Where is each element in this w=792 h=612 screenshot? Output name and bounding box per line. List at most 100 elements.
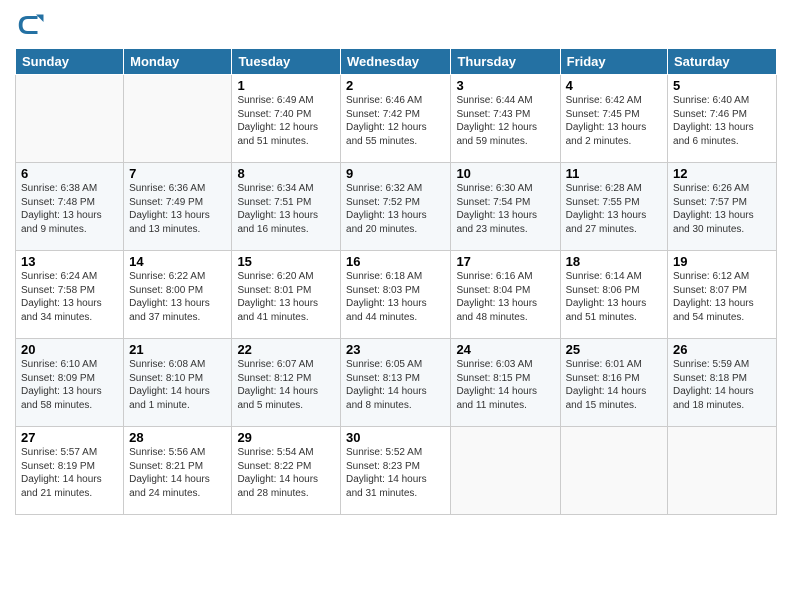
day-number: 16 [346,254,445,269]
day-info: Sunrise: 6:18 AM Sunset: 8:03 PM Dayligh… [346,270,445,324]
calendar-cell: 30Sunrise: 5:52 AM Sunset: 8:23 PM Dayli… [341,427,451,515]
calendar-cell: 21Sunrise: 6:08 AM Sunset: 8:10 PM Dayli… [124,339,232,427]
calendar-cell [16,75,124,163]
day-number: 29 [237,430,335,445]
calendar-header-row: SundayMondayTuesdayWednesdayThursdayFrid… [16,49,777,75]
calendar-cell: 7Sunrise: 6:36 AM Sunset: 7:49 PM Daylig… [124,163,232,251]
header [15,10,777,40]
calendar-header-thursday: Thursday [451,49,560,75]
day-info: Sunrise: 6:32 AM Sunset: 7:52 PM Dayligh… [346,182,445,236]
calendar-cell: 13Sunrise: 6:24 AM Sunset: 7:58 PM Dayli… [16,251,124,339]
calendar-cell: 16Sunrise: 6:18 AM Sunset: 8:03 PM Dayli… [341,251,451,339]
calendar-week-2: 6Sunrise: 6:38 AM Sunset: 7:48 PM Daylig… [16,163,777,251]
day-info: Sunrise: 6:42 AM Sunset: 7:45 PM Dayligh… [566,94,662,148]
day-number: 30 [346,430,445,445]
day-info: Sunrise: 6:03 AM Sunset: 8:15 PM Dayligh… [456,358,554,412]
calendar-cell: 12Sunrise: 6:26 AM Sunset: 7:57 PM Dayli… [668,163,777,251]
calendar-cell: 18Sunrise: 6:14 AM Sunset: 8:06 PM Dayli… [560,251,667,339]
day-info: Sunrise: 6:12 AM Sunset: 8:07 PM Dayligh… [673,270,771,324]
day-info: Sunrise: 6:46 AM Sunset: 7:42 PM Dayligh… [346,94,445,148]
day-number: 4 [566,78,662,93]
calendar-cell: 27Sunrise: 5:57 AM Sunset: 8:19 PM Dayli… [16,427,124,515]
day-info: Sunrise: 6:10 AM Sunset: 8:09 PM Dayligh… [21,358,118,412]
day-number: 23 [346,342,445,357]
calendar-cell: 4Sunrise: 6:42 AM Sunset: 7:45 PM Daylig… [560,75,667,163]
day-info: Sunrise: 5:57 AM Sunset: 8:19 PM Dayligh… [21,446,118,500]
day-number: 28 [129,430,226,445]
calendar-table: SundayMondayTuesdayWednesdayThursdayFrid… [15,48,777,515]
day-info: Sunrise: 5:52 AM Sunset: 8:23 PM Dayligh… [346,446,445,500]
day-number: 9 [346,166,445,181]
calendar-cell: 9Sunrise: 6:32 AM Sunset: 7:52 PM Daylig… [341,163,451,251]
calendar-cell: 23Sunrise: 6:05 AM Sunset: 8:13 PM Dayli… [341,339,451,427]
day-number: 3 [456,78,554,93]
calendar-cell [451,427,560,515]
day-number: 20 [21,342,118,357]
day-info: Sunrise: 6:08 AM Sunset: 8:10 PM Dayligh… [129,358,226,412]
day-number: 18 [566,254,662,269]
day-number: 21 [129,342,226,357]
day-number: 5 [673,78,771,93]
calendar-cell: 26Sunrise: 5:59 AM Sunset: 8:18 PM Dayli… [668,339,777,427]
calendar-cell [124,75,232,163]
calendar-container: SundayMondayTuesdayWednesdayThursdayFrid… [0,0,792,612]
calendar-cell: 17Sunrise: 6:16 AM Sunset: 8:04 PM Dayli… [451,251,560,339]
day-number: 14 [129,254,226,269]
calendar-week-4: 20Sunrise: 6:10 AM Sunset: 8:09 PM Dayli… [16,339,777,427]
calendar-cell [560,427,667,515]
calendar-cell: 3Sunrise: 6:44 AM Sunset: 7:43 PM Daylig… [451,75,560,163]
day-info: Sunrise: 6:28 AM Sunset: 7:55 PM Dayligh… [566,182,662,236]
day-info: Sunrise: 6:38 AM Sunset: 7:48 PM Dayligh… [21,182,118,236]
day-info: Sunrise: 5:56 AM Sunset: 8:21 PM Dayligh… [129,446,226,500]
calendar-header-friday: Friday [560,49,667,75]
calendar-header-monday: Monday [124,49,232,75]
day-number: 11 [566,166,662,181]
calendar-cell: 14Sunrise: 6:22 AM Sunset: 8:00 PM Dayli… [124,251,232,339]
calendar-cell: 8Sunrise: 6:34 AM Sunset: 7:51 PM Daylig… [232,163,341,251]
calendar-cell: 22Sunrise: 6:07 AM Sunset: 8:12 PM Dayli… [232,339,341,427]
day-info: Sunrise: 6:26 AM Sunset: 7:57 PM Dayligh… [673,182,771,236]
day-number: 10 [456,166,554,181]
day-info: Sunrise: 5:59 AM Sunset: 8:18 PM Dayligh… [673,358,771,412]
day-info: Sunrise: 6:05 AM Sunset: 8:13 PM Dayligh… [346,358,445,412]
day-info: Sunrise: 5:54 AM Sunset: 8:22 PM Dayligh… [237,446,335,500]
calendar-cell: 6Sunrise: 6:38 AM Sunset: 7:48 PM Daylig… [16,163,124,251]
calendar-cell: 2Sunrise: 6:46 AM Sunset: 7:42 PM Daylig… [341,75,451,163]
day-number: 2 [346,78,445,93]
day-number: 26 [673,342,771,357]
calendar-cell: 20Sunrise: 6:10 AM Sunset: 8:09 PM Dayli… [16,339,124,427]
calendar-week-1: 1Sunrise: 6:49 AM Sunset: 7:40 PM Daylig… [16,75,777,163]
calendar-header-wednesday: Wednesday [341,49,451,75]
day-number: 7 [129,166,226,181]
day-number: 15 [237,254,335,269]
calendar-week-3: 13Sunrise: 6:24 AM Sunset: 7:58 PM Dayli… [16,251,777,339]
logo-icon [15,10,45,40]
calendar-header-saturday: Saturday [668,49,777,75]
day-number: 22 [237,342,335,357]
calendar-cell: 5Sunrise: 6:40 AM Sunset: 7:46 PM Daylig… [668,75,777,163]
calendar-week-5: 27Sunrise: 5:57 AM Sunset: 8:19 PM Dayli… [16,427,777,515]
day-info: Sunrise: 6:14 AM Sunset: 8:06 PM Dayligh… [566,270,662,324]
day-number: 12 [673,166,771,181]
calendar-cell: 11Sunrise: 6:28 AM Sunset: 7:55 PM Dayli… [560,163,667,251]
calendar-cell: 24Sunrise: 6:03 AM Sunset: 8:15 PM Dayli… [451,339,560,427]
calendar-cell: 1Sunrise: 6:49 AM Sunset: 7:40 PM Daylig… [232,75,341,163]
calendar-cell: 19Sunrise: 6:12 AM Sunset: 8:07 PM Dayli… [668,251,777,339]
day-number: 25 [566,342,662,357]
day-info: Sunrise: 6:07 AM Sunset: 8:12 PM Dayligh… [237,358,335,412]
day-info: Sunrise: 6:40 AM Sunset: 7:46 PM Dayligh… [673,94,771,148]
calendar-cell [668,427,777,515]
calendar-cell: 29Sunrise: 5:54 AM Sunset: 8:22 PM Dayli… [232,427,341,515]
day-number: 6 [21,166,118,181]
day-info: Sunrise: 6:24 AM Sunset: 7:58 PM Dayligh… [21,270,118,324]
calendar-cell: 28Sunrise: 5:56 AM Sunset: 8:21 PM Dayli… [124,427,232,515]
day-number: 19 [673,254,771,269]
calendar-cell: 10Sunrise: 6:30 AM Sunset: 7:54 PM Dayli… [451,163,560,251]
day-number: 17 [456,254,554,269]
day-number: 24 [456,342,554,357]
day-info: Sunrise: 6:16 AM Sunset: 8:04 PM Dayligh… [456,270,554,324]
calendar-cell: 15Sunrise: 6:20 AM Sunset: 8:01 PM Dayli… [232,251,341,339]
logo [15,10,48,40]
day-info: Sunrise: 6:34 AM Sunset: 7:51 PM Dayligh… [237,182,335,236]
calendar-header-sunday: Sunday [16,49,124,75]
